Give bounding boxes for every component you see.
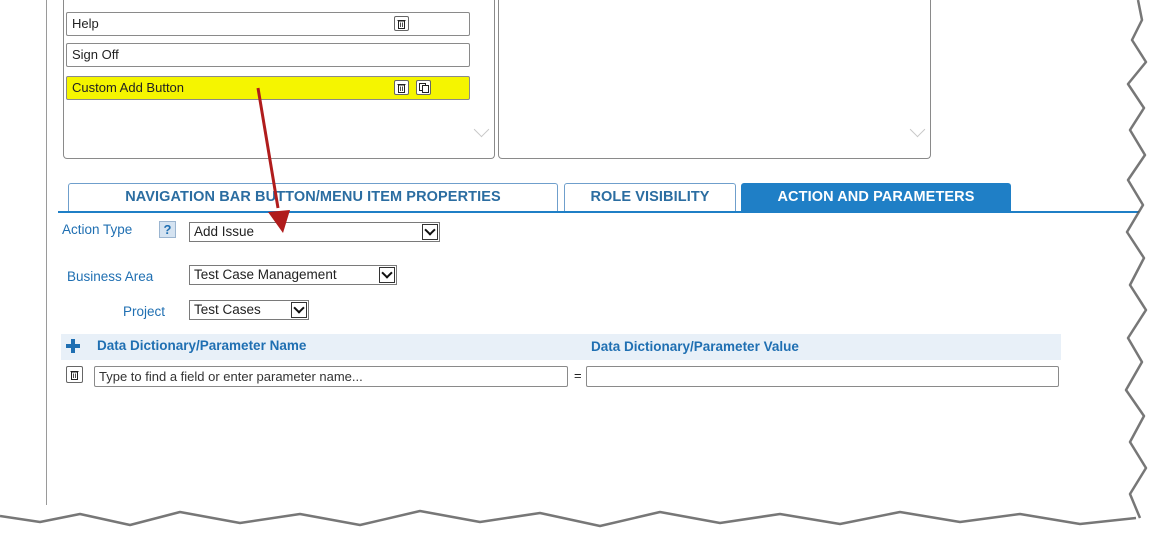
torn-edge-decoration bbox=[0, 0, 1154, 540]
